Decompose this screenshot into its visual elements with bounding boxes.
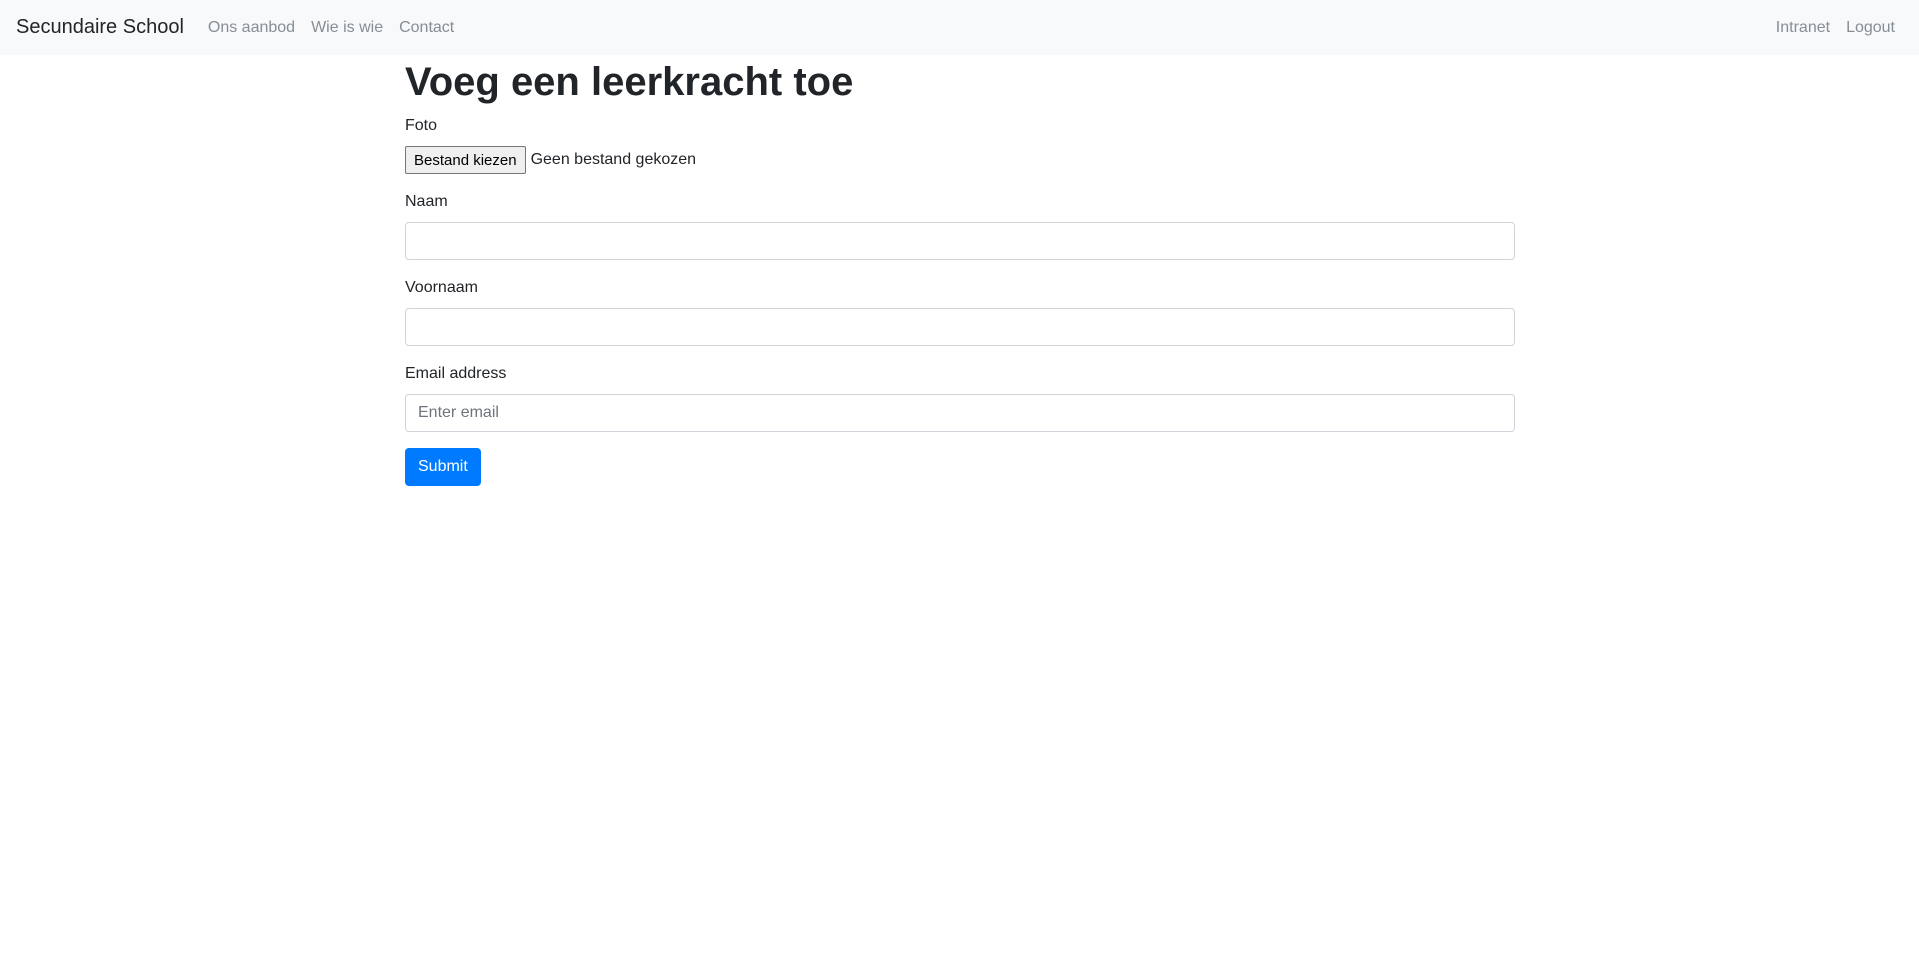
voornaam-input[interactable] (405, 308, 1515, 346)
nav-link-ons-aanbod[interactable]: Ons aanbod (208, 19, 303, 37)
email-group: Email address (405, 362, 1515, 432)
email-label: Email address (405, 365, 507, 382)
naam-input[interactable] (405, 222, 1515, 260)
choose-file-button[interactable]: Bestand kiezen (405, 146, 526, 174)
navbar: Secundaire School Ons aanbod Wie is wie … (0, 0, 1919, 55)
nav-link-wie-is-wie[interactable]: Wie is wie (303, 19, 391, 37)
brand-link[interactable]: Secundaire School (16, 16, 184, 39)
nav-link-contact[interactable]: Contact (391, 19, 462, 37)
file-status-text: Geen bestand gekozen (530, 151, 697, 168)
main-container: Voeg een leerkracht toe Foto Bestand kie… (405, 55, 1515, 486)
add-teacher-form: Foto Bestand kiezen Geen bestand gekozen… (405, 114, 1515, 486)
nav-right-links: Intranet Logout (1768, 19, 1903, 37)
voornaam-label: Voornaam (405, 279, 478, 296)
nav-left-links: Ons aanbod Wie is wie Contact (208, 19, 462, 37)
email-input[interactable] (405, 394, 1515, 432)
naam-label: Naam (405, 193, 448, 210)
file-input: Bestand kiezen Geen bestand gekozen (405, 146, 1515, 174)
voornaam-group: Voornaam (405, 276, 1515, 346)
naam-group: Naam (405, 190, 1515, 260)
photo-group: Foto Bestand kiezen Geen bestand gekozen (405, 114, 1515, 174)
nav-link-intranet[interactable]: Intranet (1768, 19, 1838, 37)
page-title: Voeg een leerkracht toe (405, 60, 854, 104)
submit-button[interactable]: Submit (405, 448, 481, 486)
nav-link-logout[interactable]: Logout (1838, 19, 1903, 37)
photo-label: Foto (405, 117, 438, 134)
